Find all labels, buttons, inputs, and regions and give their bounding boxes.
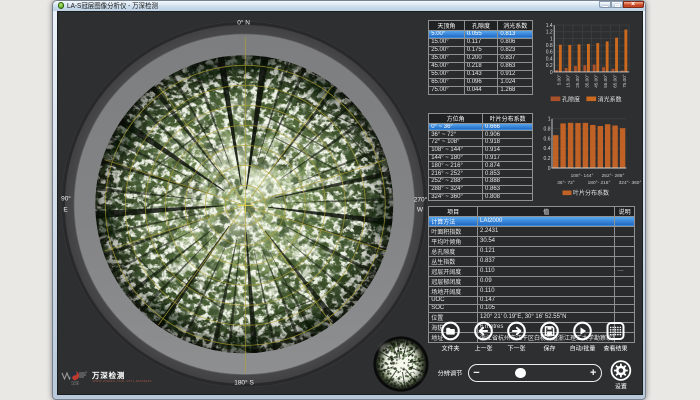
svg-text:0.6: 0.6 xyxy=(546,50,553,56)
svg-text:1: 1 xyxy=(550,36,553,42)
svg-text:5.00°: 5.00° xyxy=(556,74,561,85)
svg-text:0.4: 0.4 xyxy=(544,146,551,152)
svg-text:324°- 360°: 324°- 360° xyxy=(619,180,642,186)
svg-text:0.6: 0.6 xyxy=(544,136,551,142)
svg-text:108°- 144°: 108°- 144° xyxy=(571,173,594,179)
svg-text:252°- 288°: 252°- 288° xyxy=(602,173,625,179)
svg-text:0: 0 xyxy=(548,166,551,172)
svg-text:0.4: 0.4 xyxy=(546,56,553,62)
svg-text:35.00°: 35.00° xyxy=(584,74,589,87)
svg-text:0.2: 0.2 xyxy=(544,156,551,162)
svg-text:36°- 72°: 36°- 72° xyxy=(557,180,575,186)
svg-text:0.8: 0.8 xyxy=(544,127,551,133)
svg-text:0.2: 0.2 xyxy=(546,63,553,69)
svg-text:孔隙度: 孔隙度 xyxy=(562,95,580,103)
svg-text:消光系数: 消光系数 xyxy=(598,95,622,103)
svg-text:0.8: 0.8 xyxy=(546,43,553,49)
svg-text:25.00°: 25.00° xyxy=(575,74,580,87)
svg-text:55.00°: 55.00° xyxy=(603,74,608,87)
svg-text:45.00°: 45.00° xyxy=(594,74,599,87)
svg-text:1: 1 xyxy=(548,117,551,123)
svg-text:180°- 216°: 180°- 216° xyxy=(588,180,611,186)
svg-text:1.2: 1.2 xyxy=(546,30,553,36)
svg-text:1.4: 1.4 xyxy=(546,23,553,29)
svg-text:75.00°: 75.00° xyxy=(622,74,627,87)
svg-text:65.00°: 65.00° xyxy=(612,74,617,87)
svg-text:0: 0 xyxy=(550,70,553,76)
svg-text:®: ® xyxy=(85,371,88,375)
svg-text:叶片分布系数: 叶片分布系数 xyxy=(573,189,609,197)
svg-text:汉深: 汉深 xyxy=(71,380,79,386)
svg-text:15.00°: 15.00° xyxy=(566,74,571,87)
